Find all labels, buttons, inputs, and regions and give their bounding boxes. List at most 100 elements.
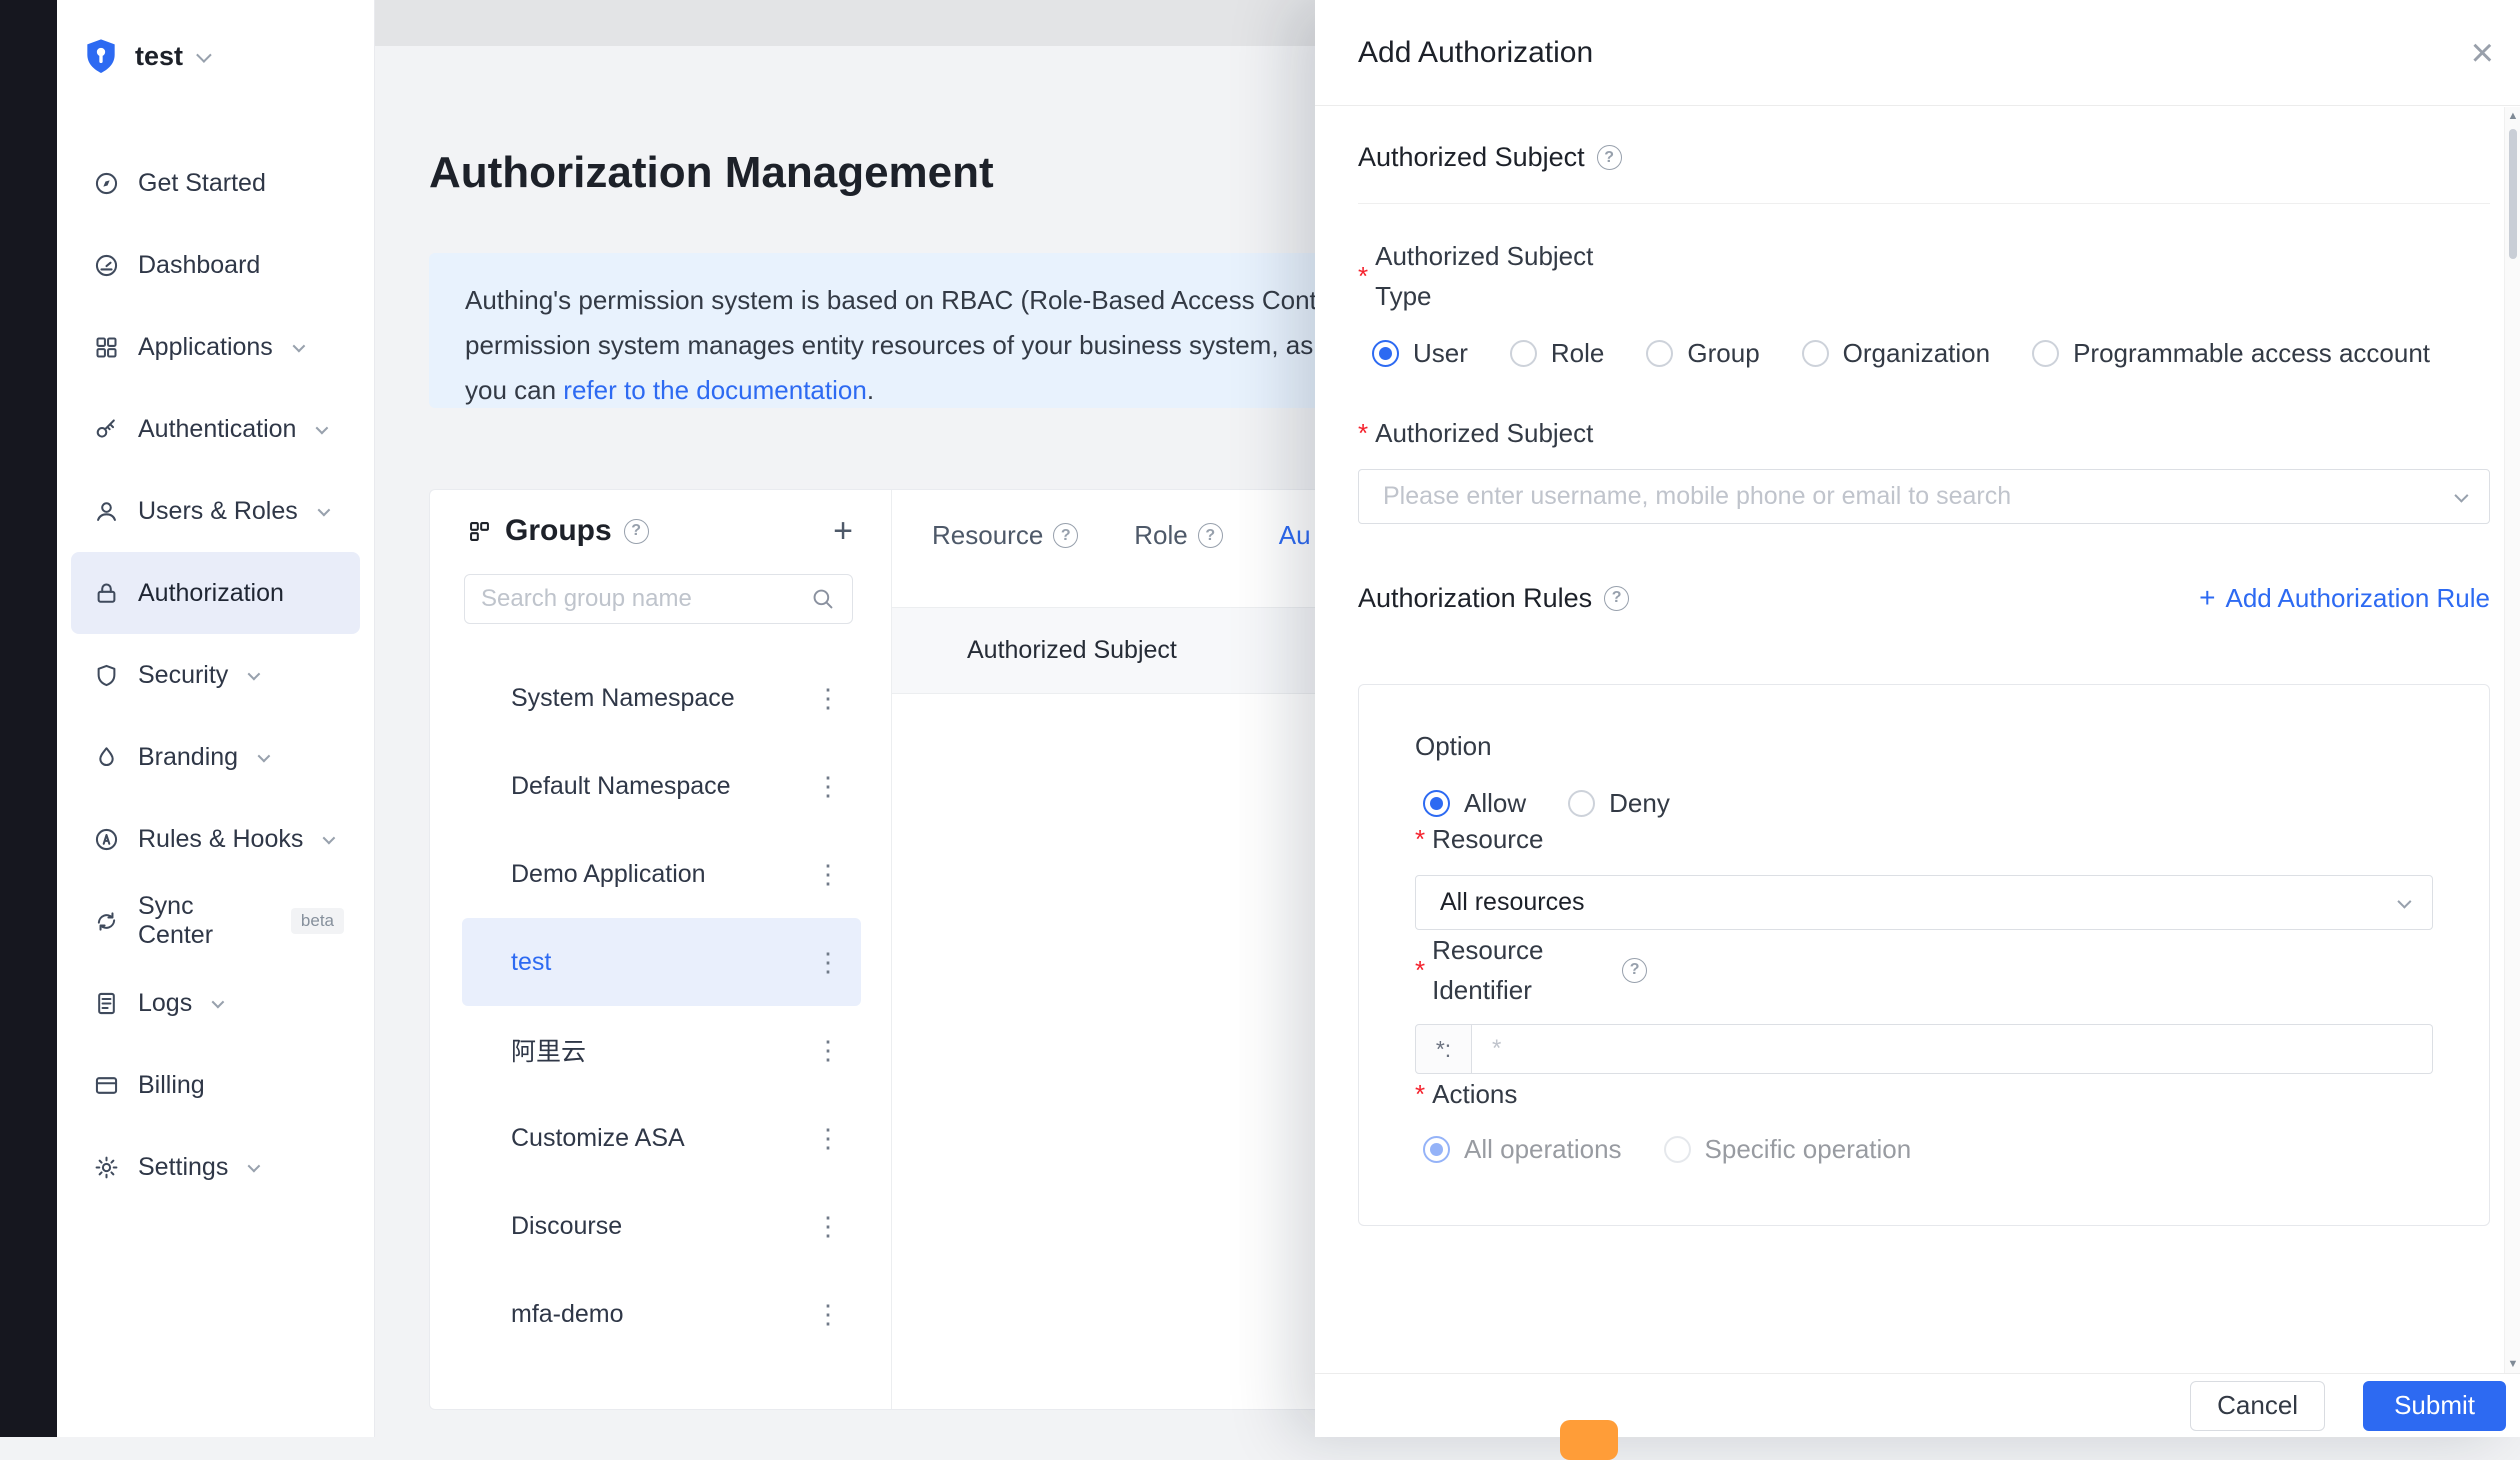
radio-deny[interactable]: Deny xyxy=(1568,788,1670,819)
more-actions-icon[interactable]: ⋮ xyxy=(815,771,841,802)
apps-grid-icon xyxy=(93,334,120,361)
authorized-subject-select[interactable]: Please enter username, mobile phone or e… xyxy=(1358,469,2490,524)
sidebar-item-label: Security xyxy=(138,660,229,689)
group-row-aliyun[interactable]: 阿里云 ⋮ xyxy=(462,1006,861,1094)
search-icon[interactable] xyxy=(810,586,836,612)
subject-type-label: * Authorized Subject Type xyxy=(1358,241,1594,311)
radio-icon xyxy=(1509,340,1537,367)
radio-allow[interactable]: Allow xyxy=(1423,788,1526,819)
sidebar-item-branding[interactable]: Branding xyxy=(71,716,360,798)
authorization-rule-card: Option Allow Deny * Resource All resourc… xyxy=(1358,684,2490,1226)
resource-identifier-group: *: xyxy=(1415,1024,2433,1074)
sidebar-item-billing[interactable]: Billing xyxy=(71,1044,360,1126)
sidebar-item-get-started[interactable]: Get Started xyxy=(71,142,360,224)
help-icon[interactable]: ? xyxy=(1604,585,1630,611)
radio-icon xyxy=(1423,790,1450,817)
dashboard-icon xyxy=(93,252,120,279)
resource-select[interactable]: All resources xyxy=(1415,875,2433,930)
sidebar-item-label: Users & Roles xyxy=(138,496,298,525)
radio-group[interactable]: Group xyxy=(1646,338,1760,369)
radio-user[interactable]: User xyxy=(1372,338,1468,369)
documentation-link[interactable]: refer to the documentation xyxy=(563,375,867,405)
document-lines-icon xyxy=(93,990,120,1017)
more-actions-icon[interactable]: ⋮ xyxy=(815,1211,841,1242)
radio-icon xyxy=(1646,340,1674,367)
chevron-down-icon xyxy=(2397,894,2412,909)
help-icon[interactable]: ? xyxy=(623,518,649,544)
sync-arrows-icon xyxy=(93,908,120,935)
radio-organization[interactable]: Organization xyxy=(1801,338,1990,369)
sidebar-item-authorization[interactable]: Authorization xyxy=(71,552,360,634)
page-title: Authorization Management xyxy=(429,148,994,197)
tab-authorized-subject[interactable]: Au xyxy=(1279,520,1311,551)
chevron-down-icon xyxy=(292,339,306,352)
sidebar-item-authentication[interactable]: Authentication xyxy=(71,388,360,470)
chevron-down-icon xyxy=(196,46,212,63)
authorized-subject-section-header: Authorized Subject ? xyxy=(1358,142,2490,173)
drawer-scrollbar[interactable]: ▲ ▼ xyxy=(2504,107,2520,1373)
identifier-input[interactable] xyxy=(1472,1024,2433,1074)
close-icon[interactable]: × xyxy=(2471,33,2494,73)
scrollbar-thumb[interactable] xyxy=(2509,129,2517,259)
more-actions-icon[interactable]: ⋮ xyxy=(815,1123,841,1154)
sidebar-item-label: Billing xyxy=(138,1070,205,1099)
tab-resource[interactable]: Resource ? xyxy=(932,520,1079,551)
sidebar-item-settings[interactable]: Settings xyxy=(71,1126,360,1208)
radio-programmable-access-account[interactable]: Programmable access account xyxy=(2032,338,2430,369)
lock-icon xyxy=(93,580,120,607)
scroll-up-arrow-icon[interactable]: ▲ xyxy=(2505,107,2520,125)
gear-icon xyxy=(93,1154,120,1181)
sidebar-item-security[interactable]: Security xyxy=(71,634,360,716)
cancel-button[interactable]: Cancel xyxy=(2190,1380,2326,1431)
more-actions-icon[interactable]: ⋮ xyxy=(815,947,841,978)
chat-launcher-widget[interactable] xyxy=(1560,1420,1618,1460)
required-mark: * xyxy=(1415,955,1426,985)
radio-all-operations[interactable]: All operations xyxy=(1423,1134,1622,1165)
group-row-system-namespace[interactable]: System Namespace ⋮ xyxy=(462,654,861,742)
authorized-subject-label: * Authorized Subject xyxy=(1358,413,2490,453)
more-actions-icon[interactable]: ⋮ xyxy=(815,1299,841,1330)
sidebar-menu: Get Started Dashboard Applications Authe… xyxy=(57,142,374,1208)
group-row-discourse[interactable]: Discourse ⋮ xyxy=(462,1182,861,1270)
group-row-mfa-demo[interactable]: mfa-demo ⋮ xyxy=(462,1270,861,1358)
sidebar-item-logs[interactable]: Logs xyxy=(71,962,360,1044)
radio-role[interactable]: Role xyxy=(1509,338,1604,369)
submit-button[interactable]: Submit xyxy=(2363,1380,2506,1431)
group-search-input[interactable] xyxy=(481,585,810,613)
sidebar-item-applications[interactable]: Applications xyxy=(71,306,360,388)
more-actions-icon[interactable]: ⋮ xyxy=(815,683,841,714)
tab-role[interactable]: Role ? xyxy=(1134,520,1223,551)
help-icon[interactable]: ? xyxy=(1622,957,1648,983)
group-search-box xyxy=(464,574,853,624)
workspace-switcher[interactable]: test xyxy=(81,20,374,92)
option-label: Option xyxy=(1415,731,1492,761)
required-mark: * xyxy=(1415,1079,1426,1109)
sidebar-item-label: Logs xyxy=(138,988,193,1017)
required-mark: * xyxy=(1358,418,1369,448)
drawer-footer: Cancel Submit xyxy=(1315,1373,2520,1437)
sidebar-item-label: Authentication xyxy=(138,414,297,443)
actions-radio-group: All operations Specific operation xyxy=(1415,1134,2433,1165)
help-icon[interactable]: ? xyxy=(1053,523,1079,548)
scroll-down-arrow-icon[interactable]: ▼ xyxy=(2505,1355,2520,1373)
sidebar-item-sync-center[interactable]: Sync Center beta xyxy=(71,880,360,962)
group-row-default-namespace[interactable]: Default Namespace ⋮ xyxy=(462,742,861,830)
key-icon xyxy=(93,416,120,443)
group-row-test[interactable]: test ⋮ xyxy=(462,918,861,1006)
sidebar-item-users-roles[interactable]: Users & Roles xyxy=(71,470,360,552)
group-list: System Namespace ⋮ Default Namespace ⋮ D… xyxy=(430,654,891,1358)
help-icon[interactable]: ? xyxy=(1596,145,1622,170)
sidebar-item-dashboard[interactable]: Dashboard xyxy=(71,224,360,306)
sidebar-item-rules-hooks[interactable]: Rules & Hooks xyxy=(71,798,360,880)
resource-label: * Resource xyxy=(1415,819,2433,859)
more-actions-icon[interactable]: ⋮ xyxy=(815,1035,841,1066)
groups-title: Groups xyxy=(505,514,612,547)
function-circle-icon xyxy=(93,826,120,853)
add-authorization-rule-button[interactable]: + Add Authorization Rule xyxy=(2199,582,2490,614)
add-group-button[interactable]: + xyxy=(833,514,853,548)
group-row-demo-application[interactable]: Demo Application ⋮ xyxy=(462,830,861,918)
more-actions-icon[interactable]: ⋮ xyxy=(815,859,841,890)
radio-specific-operation[interactable]: Specific operation xyxy=(1663,1134,1911,1165)
help-icon[interactable]: ? xyxy=(1197,523,1223,548)
group-row-customize-asa[interactable]: Customize ASA ⋮ xyxy=(462,1094,861,1182)
